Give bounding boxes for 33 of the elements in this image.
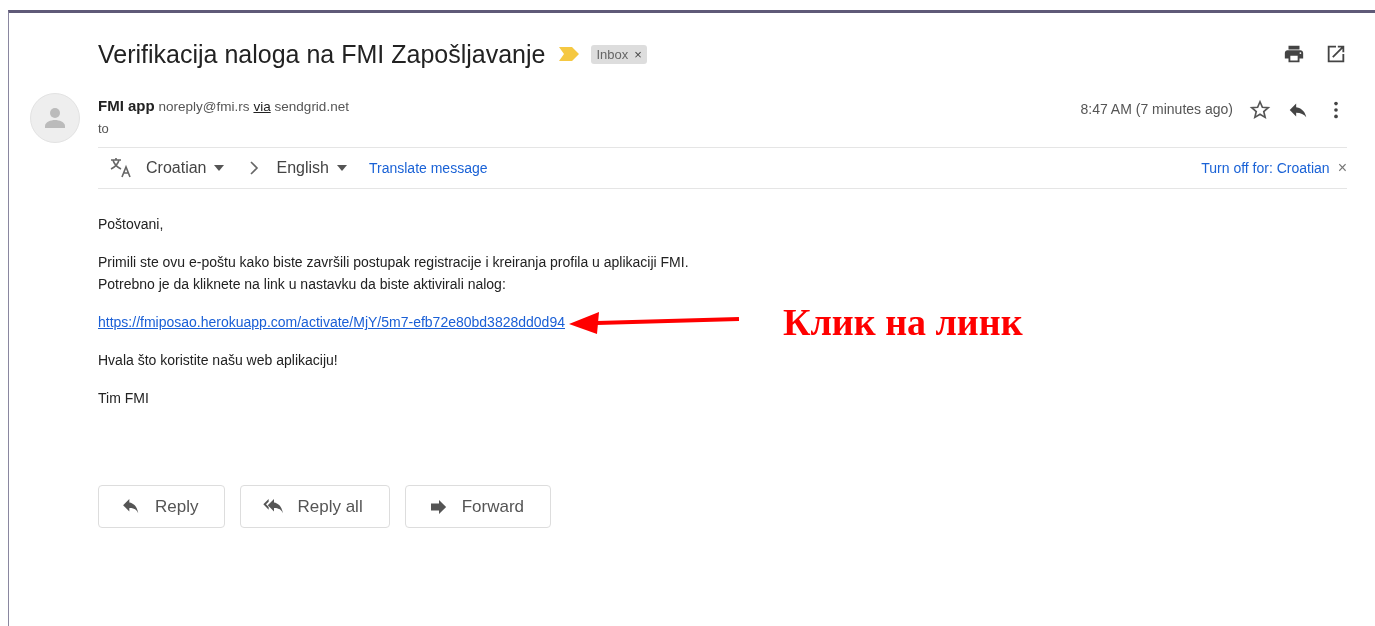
message-paragraph: Tim FMI (98, 389, 150, 408)
label-text: Inbox (596, 46, 629, 62)
open-in-new-window-icon[interactable] (1325, 43, 1347, 65)
turn-off-translation-link[interactable]: Turn off for: Croatian (1201, 160, 1330, 176)
email-subject: Verifikacija naloga na FMI Zapošljavanje (98, 39, 546, 69)
activation-link[interactable]: https://fmiposao.herokuapp.com/activate/MjY/5m7-efb72e80bd3828dd0d94 (98, 311, 565, 333)
message-paragraph: Hvala što koristite našu web aplikaciju! (98, 351, 339, 370)
importance-marker-icon[interactable] (559, 47, 580, 61)
message-paragraph: Primili ste ovu e-poštu kako biste završili postupak registracije i kreiranja profila u aplikaciji FMI. Potrebno je da kliknete na link u nastavku da biste aktivirali nalog: (98, 253, 690, 294)
target-language-dropdown[interactable]: English (276, 159, 347, 177)
reply-all-button[interactable]: Reply all (240, 485, 390, 528)
translate-icon (110, 157, 134, 179)
caret-icon (336, 165, 347, 171)
close-translation-button[interactable]: × (1337, 159, 1347, 177)
timestamp: 8:47 AM (7 minutes ago) (1080, 101, 1233, 119)
caret-icon (214, 165, 225, 171)
translate-message-link[interactable]: Translate message (368, 160, 488, 176)
avatar-icon (30, 93, 80, 143)
message-paragraph: Poštovani, (98, 215, 165, 234)
reply-all-icon (263, 498, 286, 515)
chevron-right-icon (248, 161, 261, 175)
forward-button[interactable]: Forward (404, 485, 552, 528)
sender-email: noreply@fmi.rs (158, 99, 250, 114)
sender-name: FMI app (98, 97, 155, 114)
recipient-line: to (98, 121, 110, 136)
via-link[interactable]: via (253, 99, 271, 114)
star-icon[interactable] (1249, 99, 1271, 121)
print-icon[interactable] (1283, 43, 1305, 65)
annotation-text: Клик на линк (783, 311, 1023, 333)
remove-label-button[interactable]: × (634, 46, 642, 62)
source-language-dropdown[interactable]: Croatian (146, 159, 225, 177)
sender-domain: sendgrid.net (274, 99, 349, 114)
reply-button[interactable]: Reply (98, 485, 226, 528)
